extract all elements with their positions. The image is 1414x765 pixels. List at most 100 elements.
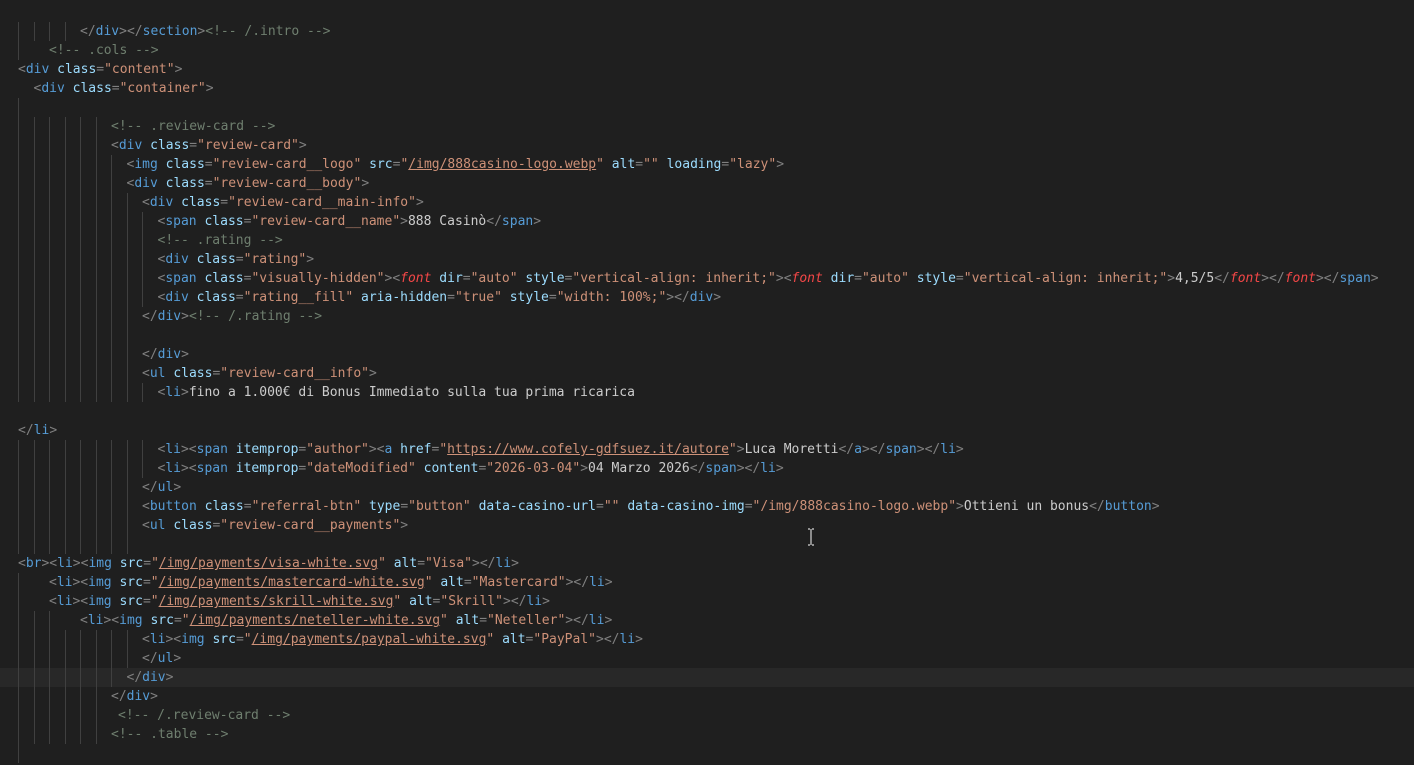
code-line[interactable]: </li>: [0, 421, 1414, 440]
code-line[interactable]: <ul class="review-card__info">: [0, 364, 1414, 383]
code-line[interactable]: <li><img src="/img/payments/skrill-white…: [0, 592, 1414, 611]
code-token: <: [80, 613, 88, 628]
indent-guide: [33, 649, 35, 668]
code-line[interactable]: <li><img src="/img/payments/paypal-white…: [0, 630, 1414, 649]
code-line[interactable]: <li>fino a 1.000€ di Bonus Immediato sul…: [0, 383, 1414, 402]
code-text: <div class="review-card__main-info">: [142, 193, 424, 212]
indent-guide: [18, 630, 19, 649]
code-line[interactable]: </div>: [0, 668, 1414, 687]
code-line[interactable]: <br><li><img src="/img/payments/visa-whi…: [0, 554, 1414, 573]
code-token: =: [635, 157, 644, 172]
indent-guide: [95, 250, 97, 269]
code-line[interactable]: </ul>: [0, 478, 1414, 497]
indent-guide: [18, 269, 19, 288]
code-line[interactable]: [0, 402, 1414, 421]
code-token: =: [235, 252, 244, 267]
code-token: "review-card__payments": [220, 518, 401, 533]
indent-guide: [18, 364, 19, 383]
code-line[interactable]: <div class="rating__fill" aria-hidden="t…: [0, 288, 1414, 307]
code-line[interactable]: <div class="review-card__body">: [0, 174, 1414, 193]
code-token: "author": [306, 442, 369, 457]
code-line[interactable]: <li><span itemprop="dateModified" conten…: [0, 459, 1414, 478]
indent-guide: [80, 459, 81, 478]
indent-guide: [95, 516, 97, 535]
code-token: style: [525, 271, 565, 286]
indent-guide: [49, 725, 50, 744]
code-token: >: [635, 632, 643, 647]
code-line[interactable]: [0, 535, 1414, 554]
indent-guide: [33, 706, 35, 725]
code-line[interactable]: </div>: [0, 345, 1414, 364]
code-line[interactable]: <span class="visually-hidden"><font dir=…: [0, 269, 1414, 288]
code-token: "rating": [243, 252, 307, 267]
code-line[interactable]: [0, 326, 1414, 345]
code-token: li: [940, 442, 956, 457]
code-line[interactable]: </div></section><!-- /.intro -->: [0, 22, 1414, 41]
indent-guide: [64, 535, 66, 554]
code-token: ": [151, 556, 159, 571]
code-line[interactable]: </ul>: [0, 649, 1414, 668]
indent-guide: [64, 307, 66, 326]
code-line[interactable]: <div class="container">: [0, 79, 1414, 98]
indent-guide: [126, 630, 128, 649]
code-token: ><: [180, 442, 197, 457]
indent-guide: [95, 459, 97, 478]
indent-guide: [80, 231, 81, 250]
code-line[interactable]: </div><!-- /.rating -->: [0, 307, 1414, 326]
indent-guide: [18, 497, 19, 516]
indent-guide: [33, 193, 35, 212]
indent-guide: [18, 193, 19, 212]
code-token: div: [165, 290, 189, 305]
code-token: </: [142, 651, 158, 666]
code-line[interactable]: [0, 98, 1414, 117]
code-line[interactable]: <!-- .cols -->: [0, 41, 1414, 60]
code-token: =: [596, 499, 604, 514]
code-token: ></: [596, 632, 620, 647]
code-token: ></: [666, 290, 690, 305]
code-token: >: [400, 518, 409, 533]
code-line[interactable]: <!-- .review-card -->: [0, 117, 1414, 136]
code-line[interactable]: <button class="referral-btn" type="butto…: [0, 497, 1414, 516]
code-editor[interactable]: </div></section><!-- /.intro --> <!-- .co…: [0, 0, 1414, 765]
indent-guide: [49, 535, 50, 554]
code-line[interactable]: <li><span itemprop="author"><a href="htt…: [0, 440, 1414, 459]
indent-guide: [64, 364, 66, 383]
code-token: a: [854, 442, 862, 457]
code-token: </: [1214, 271, 1230, 286]
code-token: div: [95, 24, 120, 39]
code-token: =: [111, 81, 120, 96]
code-line[interactable]: <ul class="review-card__payments">: [0, 516, 1414, 535]
code-token: loading: [666, 157, 722, 172]
code-line[interactable]: <div class="review-card__main-info">: [0, 193, 1414, 212]
indent-guide: [126, 345, 128, 364]
indent-guide: [64, 269, 66, 288]
code-line[interactable]: <!-- /.review-card -->: [0, 706, 1414, 725]
indent-guide: [49, 136, 50, 155]
code-token: >: [580, 461, 589, 476]
code-text: <ul class="review-card__info">: [142, 364, 377, 383]
code-line[interactable]: <div class="rating">: [0, 250, 1414, 269]
code-line[interactable]: <img class="review-card__logo" src="/img…: [0, 155, 1414, 174]
code-token: 4,5/5: [1175, 271, 1215, 286]
code-token: class: [165, 176, 205, 191]
code-token: src: [119, 556, 144, 571]
code-line[interactable]: <div class="review-card">: [0, 136, 1414, 155]
indent-guide: [80, 193, 81, 212]
code-line[interactable]: <!-- .rating -->: [0, 231, 1414, 250]
code-line[interactable]: <li><img src="/img/payments/neteller-whi…: [0, 611, 1414, 630]
indent-guide: [18, 649, 19, 668]
code-token: li: [619, 632, 636, 647]
code-line[interactable]: <span class="review-card__name">888 Casi…: [0, 212, 1414, 231]
code-token: =: [479, 613, 488, 628]
code-token: =: [463, 575, 472, 590]
indent-guide: [126, 364, 128, 383]
code-line[interactable]: </div>: [0, 687, 1414, 706]
code-line[interactable]: <!-- .table -->: [0, 725, 1414, 744]
code-token: =: [96, 62, 105, 77]
code-line[interactable]: [0, 744, 1414, 763]
indent-guide: [33, 497, 35, 516]
code-line[interactable]: <li><img src="/img/payments/mastercard-w…: [0, 573, 1414, 592]
code-line[interactable]: <div class="content">: [0, 60, 1414, 79]
